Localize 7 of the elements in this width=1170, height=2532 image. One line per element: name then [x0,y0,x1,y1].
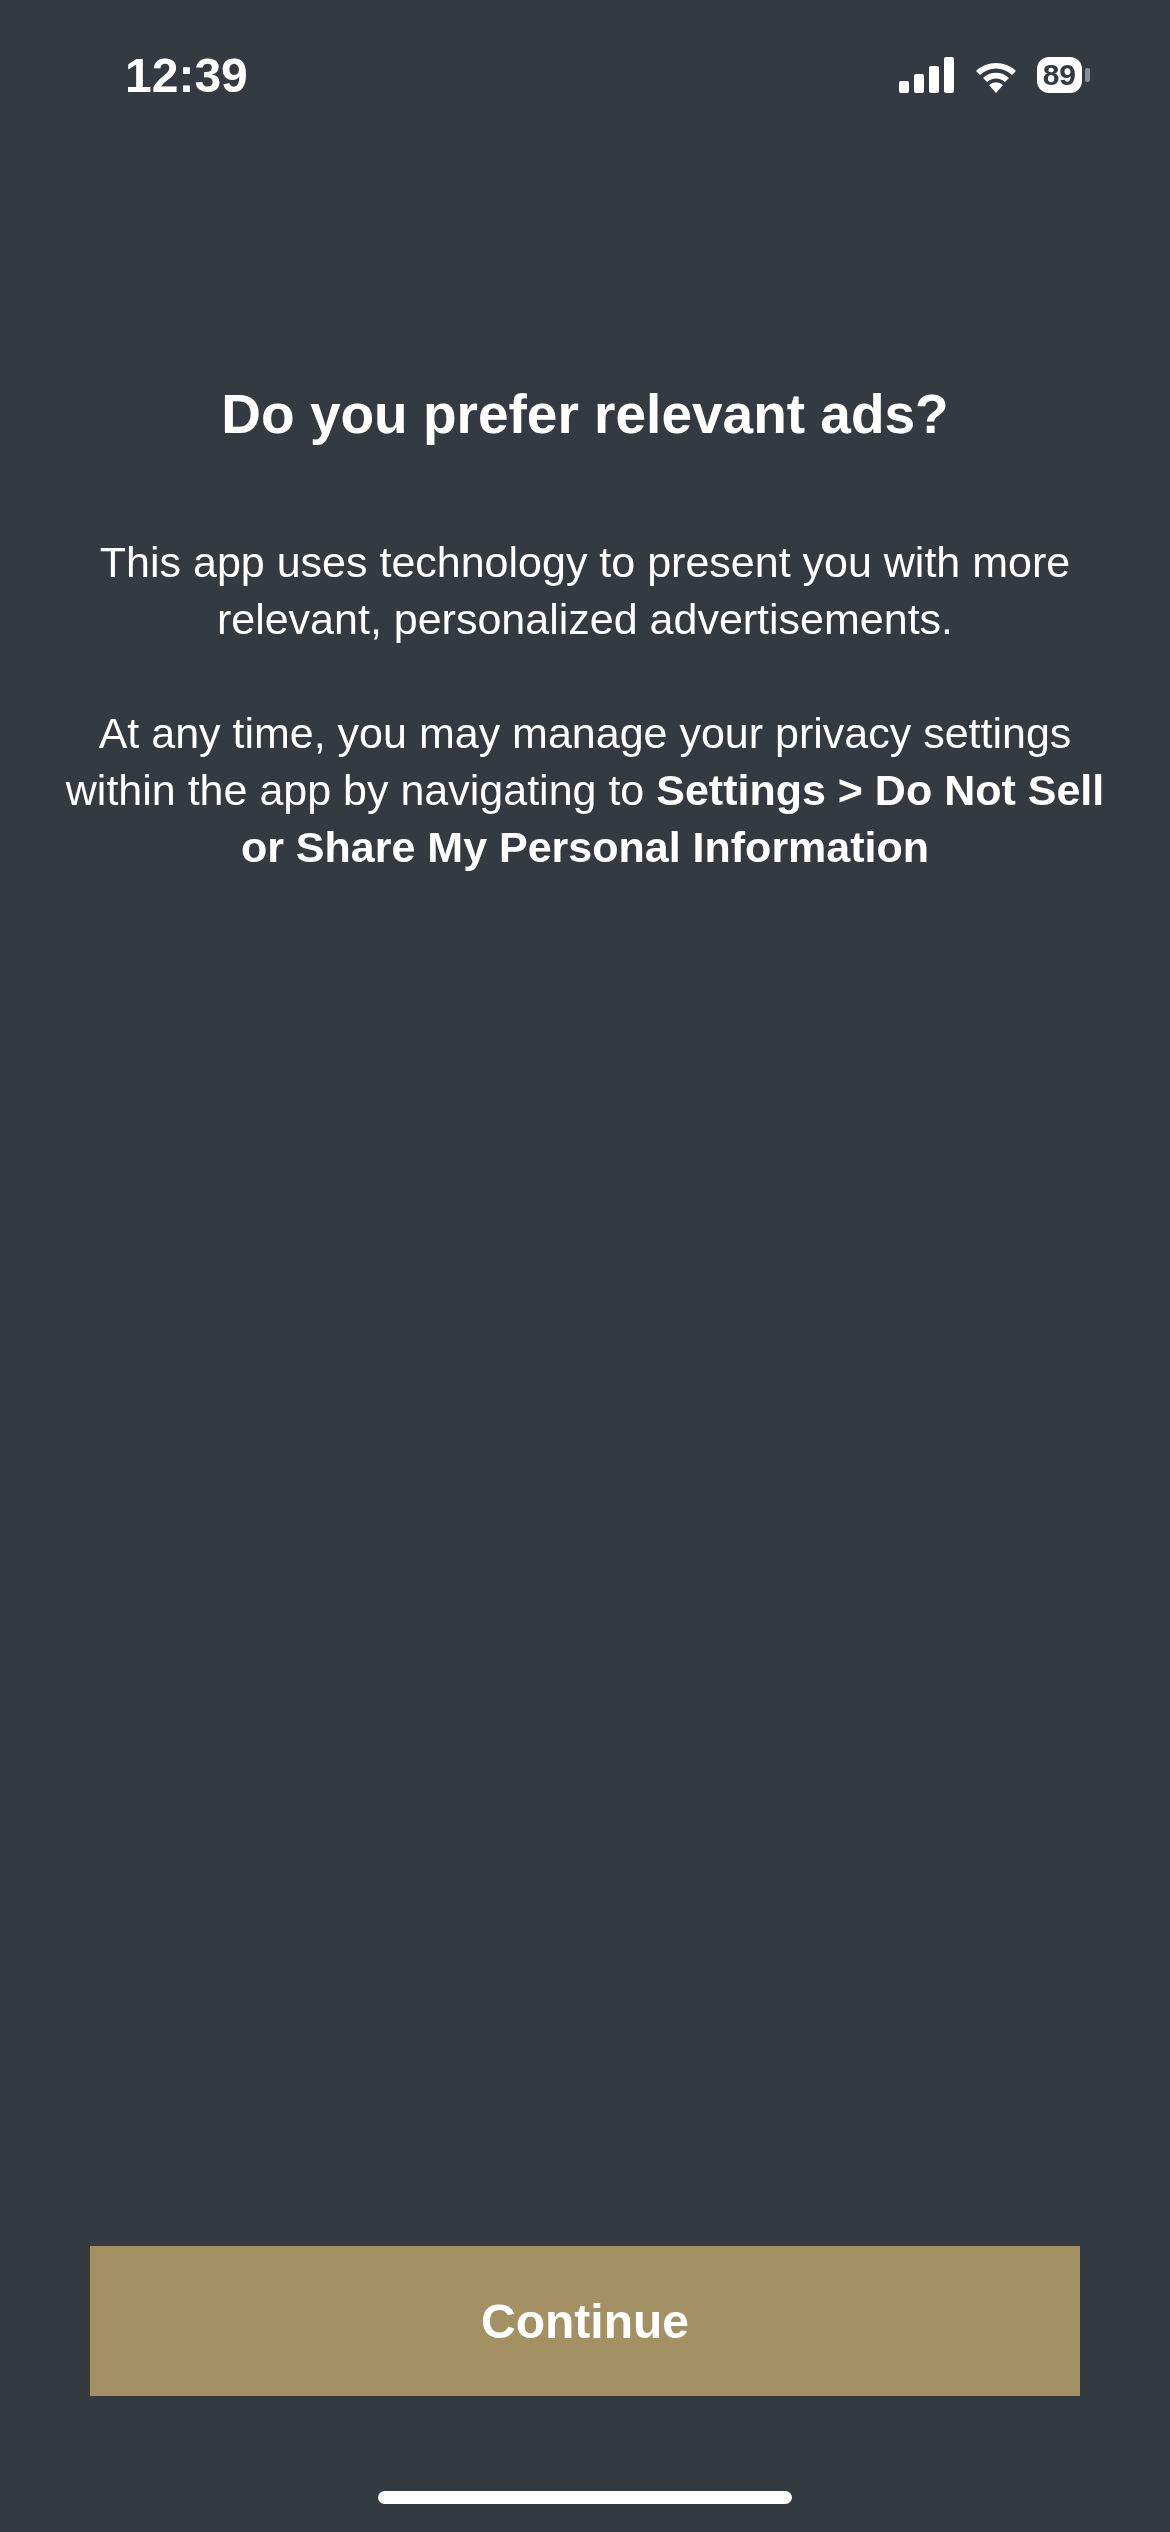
home-indicator[interactable] [378,2491,792,2504]
body-paragraph: This app uses technology to present you with more relevant, personalized advertisements. [98,537,1072,645]
signal-icon [898,57,955,93]
status-time: 12:39 [125,47,248,103]
continue-button[interactable]: Continue [90,2246,1080,2396]
page-title: Do you prefer relevant ads? [221,382,949,446]
body-paragraph: At any time, you may manage your privacy settings within the app by navigating to Settings > Do Not Sell or Share My Personal Information [65,708,1105,873]
